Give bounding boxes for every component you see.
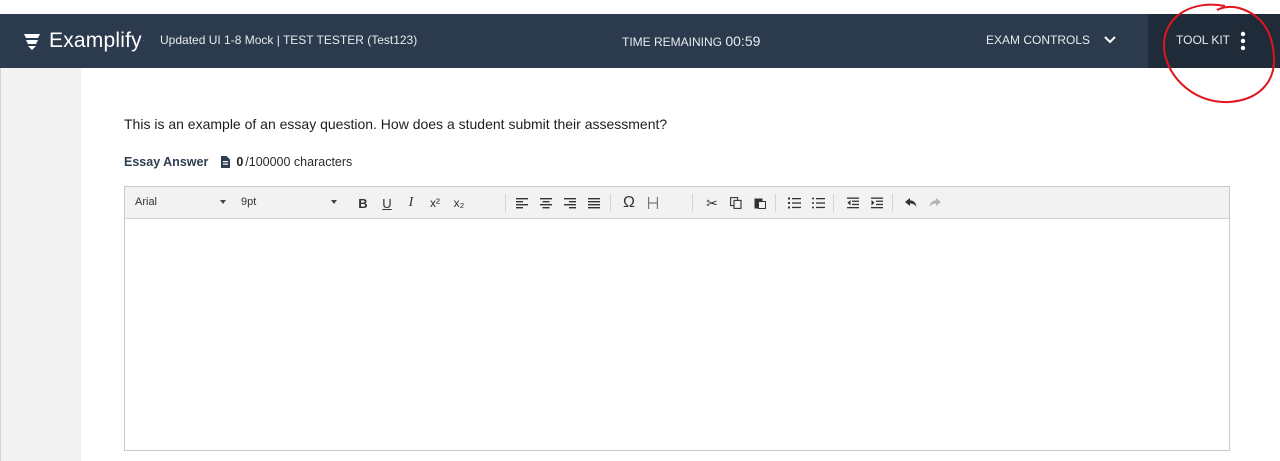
numbered-list-icon: [787, 197, 801, 209]
toolbar-separator: [610, 194, 611, 212]
brand-name: Examplify: [49, 29, 142, 52]
character-limit: /100000 characters: [245, 155, 353, 169]
essay-editor: Arial 9pt B U I x² x₂ Ω ✂: [124, 186, 1230, 451]
chevron-down-icon: [1104, 36, 1116, 44]
cut-button[interactable]: ✂: [703, 193, 721, 213]
indent-icon: [871, 197, 883, 209]
exam-page: Examplify · Updated UI 1-8 Mock | TEST T…: [0, 0, 1280, 461]
align-center-button[interactable]: [537, 193, 555, 213]
time-remaining-value: 00:59: [725, 33, 761, 49]
bold-button[interactable]: B: [354, 193, 372, 213]
redo-icon: [929, 198, 941, 207]
align-justify-icon: [588, 198, 600, 209]
superscript-icon: x²: [430, 196, 440, 210]
exam-title: Updated UI 1-8 Mock | TEST TESTER (Test1…: [160, 33, 418, 47]
kebab-menu-icon: [1240, 31, 1246, 51]
page-break-icon: [648, 197, 658, 209]
align-right-button[interactable]: [561, 193, 579, 213]
exam-controls-button[interactable]: EXAM CONTROLS: [986, 33, 1116, 47]
font-family-select[interactable]: Arial: [135, 196, 157, 208]
font-size-caret-icon[interactable]: [331, 200, 337, 204]
subscript-icon: x₂: [453, 196, 465, 210]
bold-icon: B: [358, 195, 368, 211]
superscript-button[interactable]: x²: [426, 193, 444, 213]
toolbar-separator: [692, 194, 693, 212]
undo-button[interactable]: [902, 193, 920, 213]
italic-button[interactable]: I: [402, 193, 420, 213]
font-size-select[interactable]: 9pt: [241, 196, 256, 208]
copy-icon: [730, 197, 742, 209]
align-left-button[interactable]: [513, 193, 531, 213]
brand-trademark: ·: [142, 38, 145, 44]
undo-icon: [905, 198, 917, 207]
align-left-icon: [516, 198, 528, 209]
toolbar-separator: [833, 194, 834, 212]
question-text: This is an example of an essay question.…: [124, 116, 668, 132]
underline-button[interactable]: U: [378, 193, 396, 213]
omega-icon: Ω: [623, 194, 635, 211]
tool-kit-label: TOOL KIT: [1176, 33, 1231, 47]
bulleted-list-button[interactable]: [809, 193, 827, 213]
scissors-icon: ✂: [706, 194, 718, 211]
page-break-button[interactable]: [644, 193, 662, 213]
examplify-logo-icon: [24, 34, 40, 50]
toolbar-separator: [505, 194, 506, 212]
essay-answer-header: Essay Answer 0 /100000 characters: [124, 155, 352, 169]
outdent-button[interactable]: [844, 193, 862, 213]
toolbar-separator: [775, 194, 776, 212]
outdent-icon: [847, 197, 859, 209]
paste-button[interactable]: [751, 193, 769, 213]
top-header-bar: Examplify · Updated UI 1-8 Mock | TEST T…: [0, 14, 1280, 68]
essay-text-area[interactable]: [125, 219, 1229, 450]
paste-icon: [754, 198, 766, 209]
editor-toolbar: Arial 9pt B U I x² x₂ Ω ✂: [125, 187, 1229, 219]
bulleted-list-icon: [811, 197, 825, 209]
document-icon: [221, 156, 231, 168]
character-count: 0: [236, 155, 244, 169]
copy-button[interactable]: [727, 193, 745, 213]
align-right-icon: [564, 198, 576, 209]
special-character-button[interactable]: Ω: [620, 193, 638, 213]
tool-kit-button[interactable]: TOOL KIT: [1148, 14, 1280, 68]
italic-icon: I: [408, 195, 414, 210]
time-remaining-label: TIME REMAINING: [622, 35, 723, 49]
toolbar-separator: [892, 194, 893, 212]
brand: Examplify ·: [22, 27, 145, 55]
subscript-button[interactable]: x₂: [450, 193, 468, 213]
align-center-icon: [540, 198, 552, 209]
left-side-rail: [0, 68, 81, 461]
essay-answer-label: Essay Answer: [124, 155, 209, 169]
time-remaining: TIME REMAINING 00:59: [622, 33, 760, 49]
exam-controls-label: EXAM CONTROLS: [986, 33, 1091, 47]
indent-button[interactable]: [868, 193, 886, 213]
numbered-list-button[interactable]: [785, 193, 803, 213]
font-family-caret-icon[interactable]: [220, 200, 226, 204]
redo-button[interactable]: [926, 193, 944, 213]
underline-icon: U: [382, 195, 392, 211]
align-justify-button[interactable]: [585, 193, 603, 213]
